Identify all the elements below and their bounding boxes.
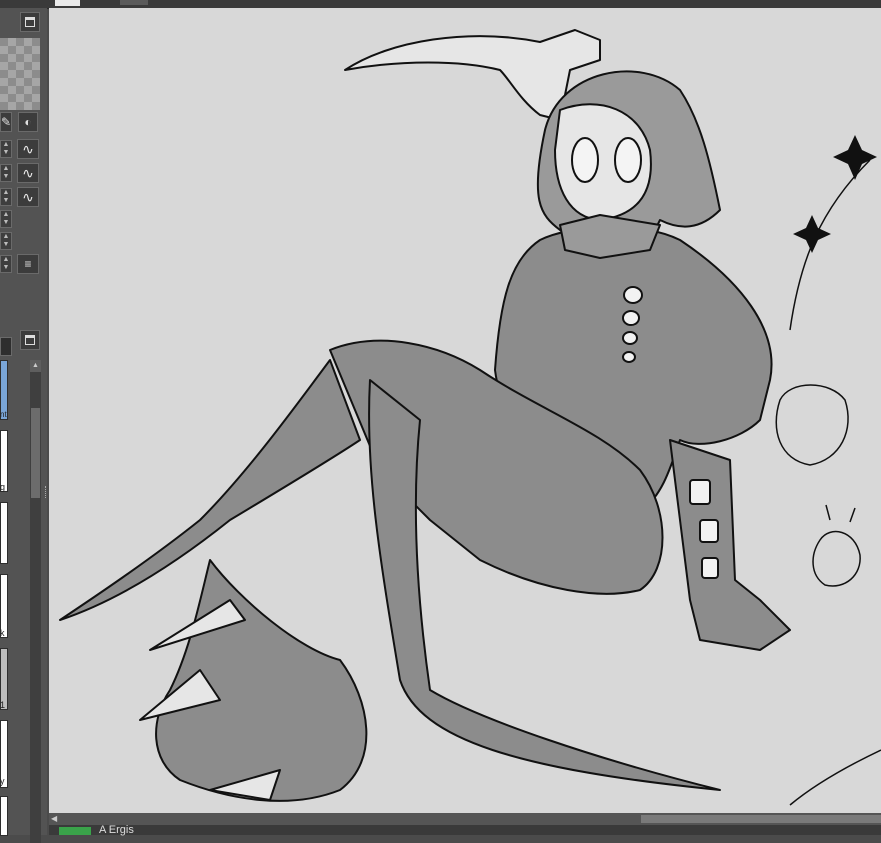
layer-label: nt [0,410,7,419]
layer-name-field[interactable] [0,337,12,356]
layer-panel-menu-icon[interactable] [20,330,40,350]
layer-thumb[interactable] [0,796,8,836]
document-tab-inactive[interactable] [120,0,148,5]
color-preview[interactable] [0,38,40,110]
layer-status-bar: A Ergis [49,824,881,836]
layer-label: y [0,776,5,786]
blend-stepper[interactable]: ▲ ▼ [0,255,12,273]
pressure-curve-icon[interactable]: ∿ [17,163,39,183]
layer-name-label[interactable]: A Ergis [99,824,134,836]
pressure-curve-icon[interactable]: ∿ [17,187,39,207]
artwork [59,29,881,806]
eraser-icon[interactable]: ◐ [18,112,38,132]
panel-menu-icon[interactable] [20,12,40,32]
layer-thumb[interactable] [0,502,8,564]
document-tab[interactable] [55,0,80,6]
canvas-scroll-thumb[interactable] [641,815,881,823]
drawing-canvas[interactable] [49,8,881,813]
canvas-horizontal-scrollbar[interactable]: ◀ [49,813,881,825]
left-panel: ✎ ◐ ▲ ▼ ∿ ▲ ▼ ∿ ▲ ▼ ∿ ▲ ▼ ▲ ▼ ▲ ▼ ≡ nt g k 1 y… [0,8,47,843]
opacity-stepper[interactable]: ▲ ▼ [0,164,12,182]
pressure-curve-icon[interactable]: ∿ [17,139,39,159]
stabilizer-stepper[interactable]: ▲ ▼ [0,210,12,228]
layer-label: g [0,482,6,492]
aa-stepper[interactable]: ▲ ▼ [0,232,12,250]
layer-color-tag [59,827,91,835]
density-stepper[interactable]: ▲ ▼ [0,188,12,206]
scroll-left-icon[interactable]: ◀ [51,813,59,825]
layer-scroll-thumb[interactable] [31,408,40,498]
layer-label: 1 [0,700,6,710]
size-stepper[interactable]: ▲ ▼ [0,140,12,158]
scroll-up-icon[interactable]: ▲ [30,360,41,372]
menu-icon[interactable]: ≡ [17,254,39,274]
brush-icon[interactable]: ✎ [0,112,12,132]
layer-label: k [0,628,5,638]
